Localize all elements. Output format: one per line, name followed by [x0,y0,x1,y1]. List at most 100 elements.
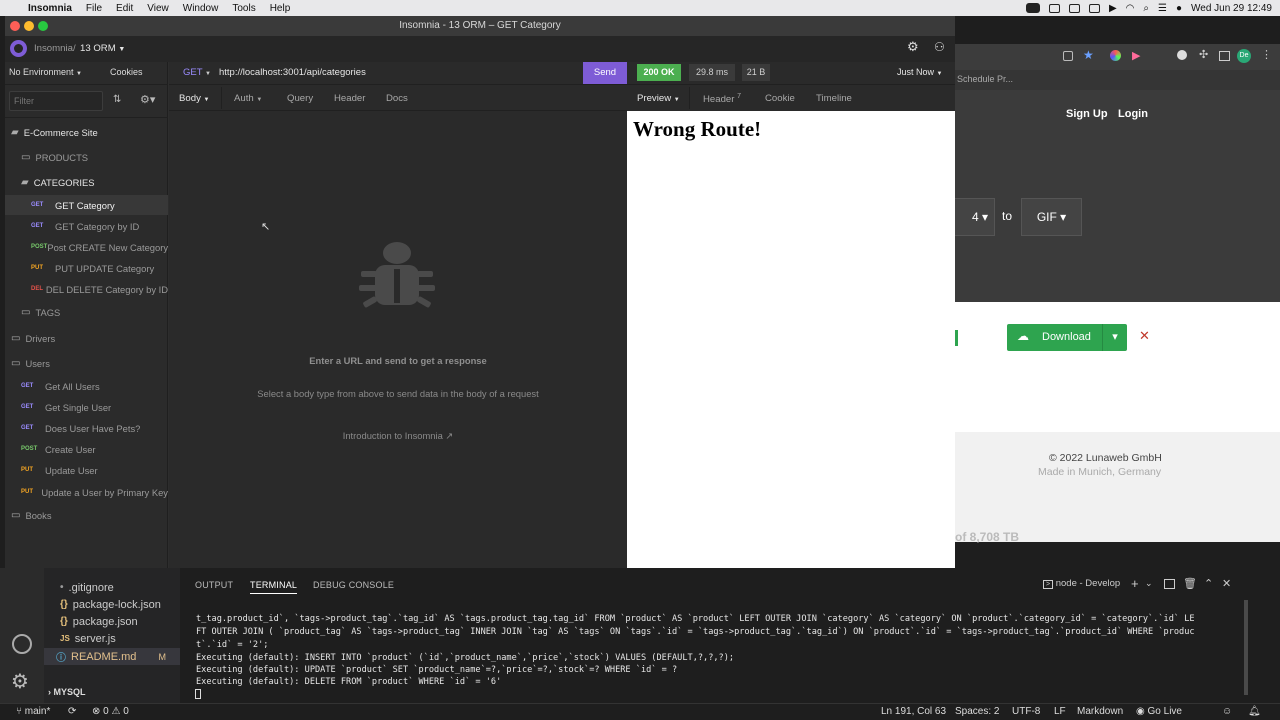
tab-docs[interactable]: Docs [386,93,408,104]
gear-icon[interactable]: ⚙ [11,669,29,694]
folder-ecommerce-site[interactable]: ▰ E-Commerce Site [5,122,168,142]
account-icon[interactable] [12,634,32,654]
tab-timeline[interactable]: Timeline [816,93,852,104]
explorer-file[interactable]: JS server.js [60,630,116,647]
history-dropdown[interactable]: Just Now ▼ [897,67,942,77]
login-link[interactable]: Login [1118,108,1148,120]
cookies-button[interactable]: Cookies [110,67,143,77]
request-get-category-by-id[interactable]: GET GET Category by ID [5,216,168,236]
maximize-window-button[interactable] [38,21,48,31]
extension-icon[interactable] [1063,51,1073,61]
folder-drivers[interactable]: ▭ Drivers [5,328,168,348]
breadcrumb-root[interactable]: Insomnia [34,43,73,54]
menu-kebab-icon[interactable]: ⋮ [1261,48,1272,61]
request-update-user[interactable]: PUT Update User [5,460,168,480]
tab-terminal[interactable]: TERMINAL [250,580,298,594]
display-icon[interactable] [1068,3,1080,13]
go-live[interactable]: ◉ Go Live [1136,706,1182,717]
terminal-scrollbar[interactable] [1244,600,1248,695]
problems-status[interactable]: ⊗ 0 ⚠ 0 [92,706,129,717]
search-icon[interactable]: ⌕ [1143,3,1149,14]
explorer-file[interactable]: {} package-lock.json [60,596,161,613]
maximize-panel-icon[interactable]: ⌃ [1204,577,1213,590]
bell-icon[interactable]: 🔔︎ [1248,706,1261,717]
menubar-clock[interactable]: Wed Jun 29 12:49 [1191,3,1272,14]
sync-icon[interactable]: ⟳ [68,706,76,717]
workspace-dropdown[interactable]: 13 ORM ▼ [80,43,125,54]
play-icon[interactable]: ▶ [1109,3,1117,14]
sidebar-icon[interactable] [1219,51,1230,61]
extension-icon[interactable]: ▶ [1132,49,1140,62]
environment-dropdown[interactable]: No Environment ▼ [9,67,82,77]
wifi-icon[interactable]: ◠ [1126,3,1135,14]
menu-app-name[interactable]: Insomnia [28,3,72,14]
method-dropdown[interactable]: GET ▼ [183,67,211,78]
eol[interactable]: LF [1054,706,1066,717]
folder-tags[interactable]: ▭ TAGS [5,302,168,322]
download-button[interactable]: ☁ Download ▾ [1007,324,1127,351]
close-window-button[interactable] [10,21,20,31]
request-get-category[interactable]: GET GET Category [5,195,168,215]
url-input[interactable]: http://localhost:3001/api/categories [219,67,366,78]
send-button[interactable]: Send [583,62,627,84]
tab-response-header[interactable]: Header 7 [703,93,741,105]
folder-categories[interactable]: ▰ CATEGORIES [5,172,168,192]
star-icon[interactable]: ★ [1083,48,1094,62]
convert-to-select[interactable]: GIF ▾ [1021,198,1082,236]
tab-preview[interactable]: Preview ▼ [637,93,680,104]
feedback-icon[interactable]: ☺ [1222,706,1232,717]
indentation[interactable]: Spaces: 2 [955,706,999,717]
profile-avatar[interactable]: De [1237,49,1251,63]
close-panel-icon[interactable]: ✕ [1222,577,1231,590]
folder-users[interactable]: ▭ Users [5,353,168,373]
extension-icon[interactable] [1110,50,1121,61]
folder-products[interactable]: ▭ PRODUCTS [5,147,168,167]
cursor-position[interactable]: Ln 191, Col 63 [881,706,946,717]
language-mode[interactable]: Markdown [1077,706,1123,717]
control-center-icon[interactable]: ☰ [1158,3,1167,14]
account-icon[interactable]: ⚇ [934,40,945,54]
branch-status[interactable]: ⑂ main* [16,706,50,717]
download-dropdown-icon[interactable]: ▾ [1102,324,1127,351]
filter-input[interactable] [9,91,103,111]
request-get-single-user[interactable]: GET Get Single User [5,397,168,417]
introduction-link[interactable]: Introduction to Insomnia ↗ [169,430,627,442]
folder-books[interactable]: ▭ Books [5,505,168,525]
puzzle-icon[interactable]: ✣ [1199,48,1208,61]
menu-view[interactable]: View [147,3,169,14]
convert-from-select[interactable]: 4 ▾ [949,198,995,236]
settings-gear-icon[interactable]: ⚙ [907,39,919,55]
tab-cookie[interactable]: Cookie [765,93,795,104]
terminal-selector[interactable]: > node - Develop [1043,578,1120,589]
request-get-all-users[interactable]: GET Get All Users [5,376,168,396]
tab-query[interactable]: Query [287,93,313,104]
menu-edit[interactable]: Edit [116,3,133,14]
encoding[interactable]: UTF-8 [1012,706,1040,717]
request-post-create-category[interactable]: POST Post CREATE New Category [5,237,168,257]
tab-output[interactable]: OUTPUT [195,580,233,590]
menu-help[interactable]: Help [270,3,291,14]
chevron-down-icon[interactable]: ⌄ [1145,578,1153,589]
tab-body[interactable]: Body ▼ [179,93,210,104]
menu-tools[interactable]: Tools [232,3,255,14]
explorer-file[interactable]: {} package.json [60,613,138,630]
request-put-update-category[interactable]: PUT PUT UPDATE Category [5,258,168,278]
explorer-file-active[interactable]: ⓘ README.md M [44,648,180,665]
request-update-user-by-key[interactable]: PUT Update a User by Primary Key [5,482,168,502]
tab-auth[interactable]: Auth ▼ [234,93,262,104]
signup-link[interactable]: Sign Up [1066,108,1108,120]
menu-file[interactable]: File [86,3,102,14]
extension-icon[interactable] [1177,50,1187,60]
remove-icon[interactable]: ✕ [1139,328,1150,344]
create-gear-icon[interactable]: ⚙▾ [140,93,155,106]
window-icon[interactable] [1088,3,1100,13]
record-icon[interactable] [1025,3,1040,13]
tab-header[interactable]: Header [334,93,365,104]
bookmark-item[interactable]: Schedule Pr... [957,74,1013,84]
tab-debug-console[interactable]: DEBUG CONSOLE [313,580,394,590]
mysql-section[interactable]: › MYSQL [48,687,86,697]
sort-icon[interactable]: ⇅ [113,94,121,105]
request-delete-category[interactable]: DEL DEL DELETE Category by ID [5,279,168,299]
split-terminal-icon[interactable] [1164,579,1175,589]
request-user-have-pets[interactable]: GET Does User Have Pets? [5,418,168,438]
